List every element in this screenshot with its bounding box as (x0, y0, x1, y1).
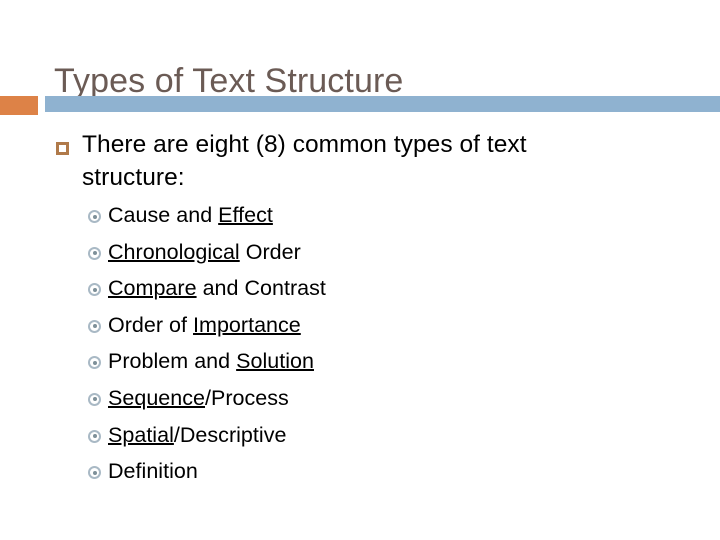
slide-body: There are eight (8) common types of text… (0, 128, 720, 492)
list-item-label: Definition (108, 455, 720, 487)
title-divider (0, 96, 720, 116)
level1-bullet-item: There are eight (8) common types of text… (0, 128, 720, 194)
underlined-term: Effect (218, 203, 273, 227)
fisheye-circle-bullet-icon (88, 466, 101, 480)
underlined-term: Solution (236, 349, 314, 374)
divider-bar (45, 96, 720, 112)
list-item: Cause and Effect (0, 199, 720, 236)
plain-text-run: Problem and (108, 349, 237, 374)
list-item-label: Problem and Solution (108, 345, 720, 377)
fisheye-circle-bullet-icon (88, 246, 101, 260)
fisheye-circle-bullet-icon (88, 319, 101, 333)
plain-text-run: /Descriptive (173, 422, 287, 447)
underlined-term: Compare (108, 276, 197, 301)
underlined-term: Spatial (108, 422, 174, 447)
slide: Types of Text Structure There are eight … (0, 0, 720, 540)
underlined-term: Importance (193, 312, 301, 337)
list-item-label: Cause and Effect (108, 199, 720, 231)
list-item: Definition (0, 455, 720, 492)
underlined-term: Chronological (108, 239, 240, 264)
fisheye-circle-bullet-icon (88, 283, 101, 297)
plain-text-run: Definition (108, 459, 198, 484)
level1-bullet-text: There are eight (8) common types of text… (82, 131, 527, 191)
underlined-term: Sequence (108, 385, 205, 410)
level2-bullet-list: Cause and Effect Chronological Order Compa… (0, 199, 720, 492)
list-item: Order of Importance (0, 309, 720, 346)
plain-text-run: Order (239, 239, 301, 264)
fisheye-circle-bullet-icon (88, 429, 101, 443)
plain-text-run: Cause and (108, 203, 219, 227)
plain-text-run: and Contrast (196, 276, 326, 301)
list-item-label: Compare and Contrast (108, 272, 720, 304)
fisheye-circle-bullet-icon (88, 210, 101, 223)
list-item-label: Chronological Order (108, 236, 720, 268)
list-item: Problem and Solution (0, 345, 720, 382)
list-item-label: Sequence/Process (108, 382, 720, 414)
list-item: Spatial/Descriptive (0, 419, 720, 456)
list-item: Chronological Order (0, 236, 720, 273)
fisheye-circle-bullet-icon (88, 392, 101, 406)
list-item: Compare and Contrast (0, 272, 720, 309)
hollow-square-bullet-icon (56, 142, 69, 155)
list-item-label: Order of Importance (108, 309, 720, 341)
plain-text-run: Order of (108, 312, 194, 337)
list-item-label: Spatial/Descriptive (108, 419, 720, 451)
list-item: Sequence/Process (0, 382, 720, 419)
accent-block (0, 96, 38, 115)
plain-text-run: /Process (205, 385, 289, 410)
fisheye-circle-bullet-icon (88, 356, 101, 370)
